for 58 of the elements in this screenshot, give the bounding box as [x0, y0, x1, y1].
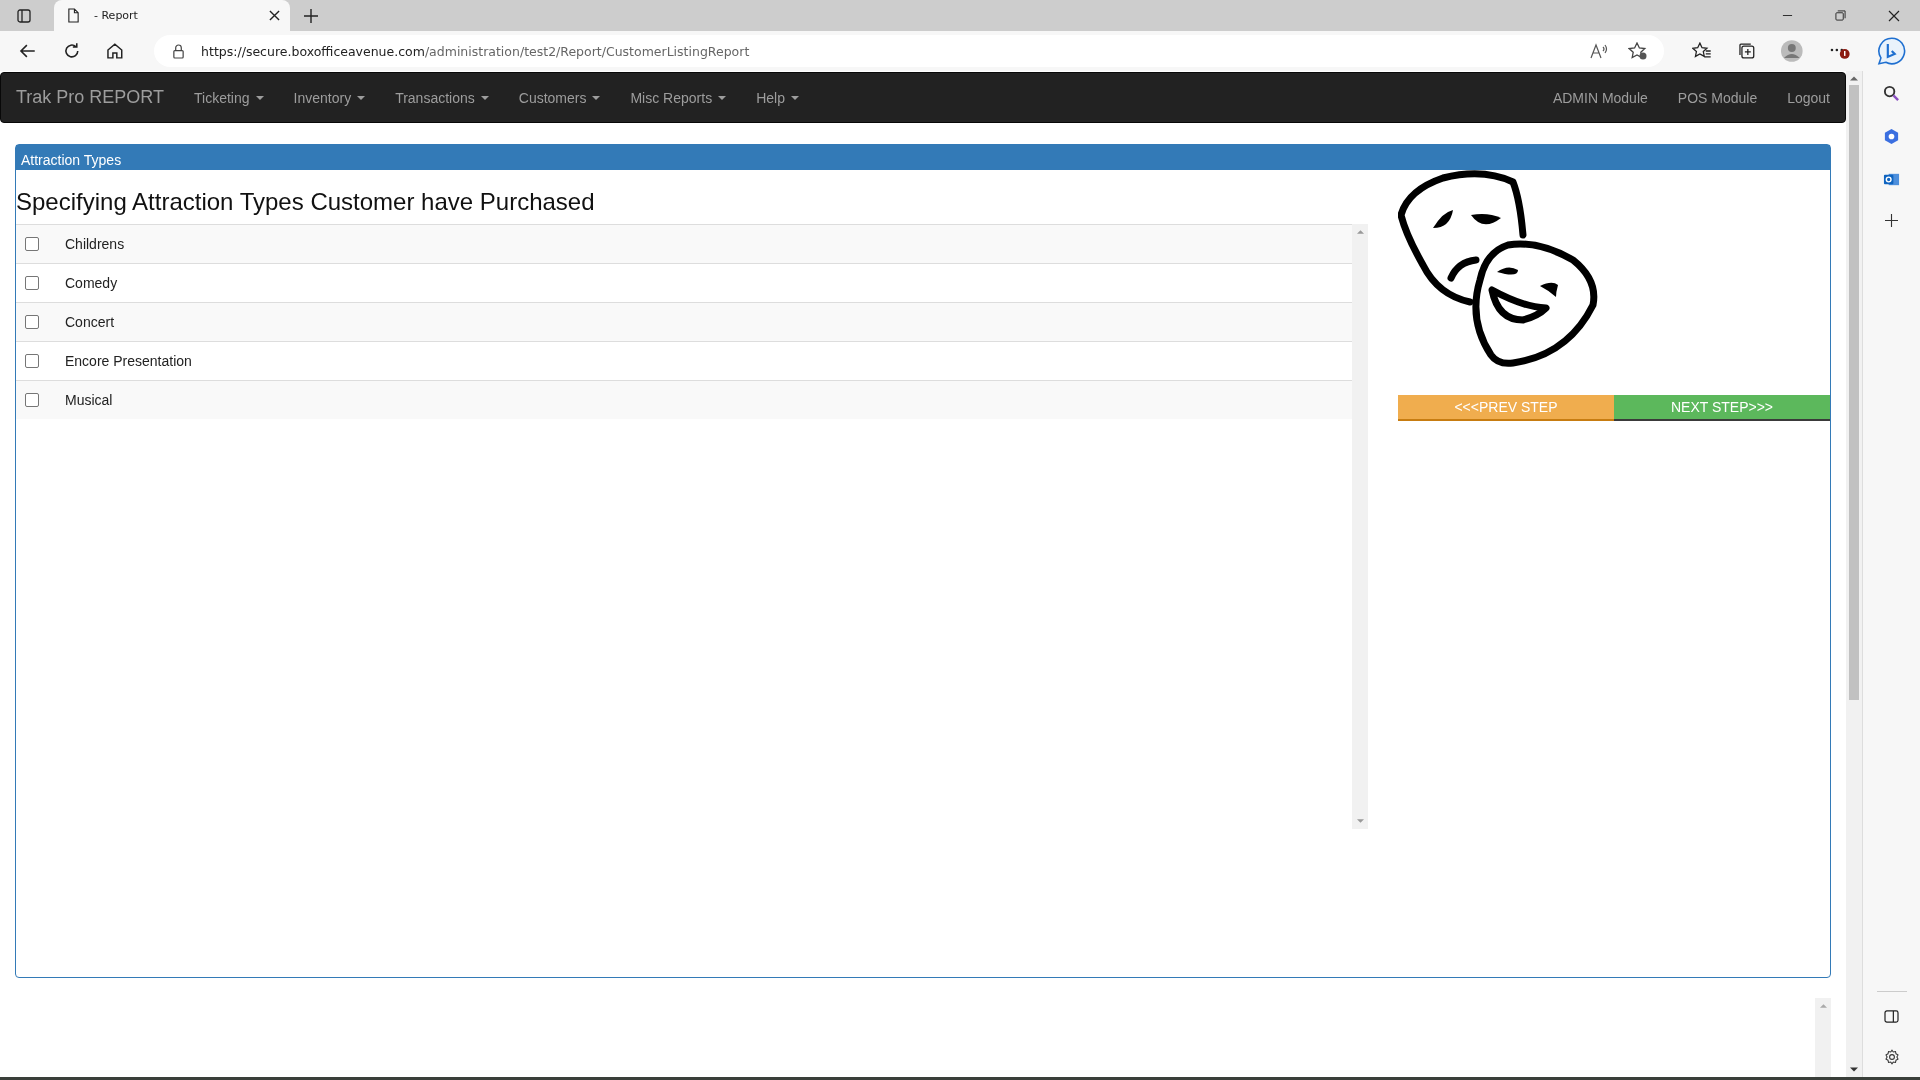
scroll-down-icon[interactable]	[1850, 1067, 1858, 1072]
caret-icon	[718, 96, 727, 100]
tab-actions-icon[interactable]	[16, 7, 32, 24]
new-tab-icon[interactable]	[304, 8, 318, 23]
search-icon[interactable]	[1883, 85, 1900, 102]
panel-layout-icon[interactable]	[1884, 1010, 1899, 1023]
page-scrollbar[interactable]	[1846, 71, 1862, 1077]
browser-tab[interactable]: - Report	[54, 0, 290, 31]
hexagon-icon[interactable]	[1883, 128, 1900, 145]
profile-icon[interactable]	[1781, 40, 1803, 62]
caret-icon	[790, 96, 799, 100]
attraction-type-label[interactable]: Musical	[65, 392, 113, 408]
checkbox[interactable]	[25, 237, 39, 251]
menu-dropdown[interactable]: Help	[756, 89, 799, 106]
read-aloud-icon[interactable]	[1589, 43, 1608, 59]
lock-icon	[172, 43, 186, 59]
caret-icon	[357, 96, 366, 100]
nav-link[interactable]: Logout	[1787, 89, 1830, 106]
close-icon[interactable]	[269, 10, 280, 21]
attraction-type-label[interactable]: Comedy	[65, 275, 118, 291]
scrollbar[interactable]	[1815, 998, 1831, 1077]
attraction-type-label[interactable]: Concert	[65, 314, 115, 330]
caret-icon	[480, 96, 489, 100]
checkbox[interactable]	[25, 315, 39, 329]
close-icon[interactable]	[1888, 9, 1900, 22]
page-heading: Specifying Attraction Types Customer have Purchased	[16, 188, 596, 216]
chat-bubble-icon[interactable]	[1876, 36, 1906, 66]
mail-icon[interactable]	[1883, 171, 1900, 188]
caret-icon	[592, 96, 601, 100]
menu-dropdown[interactable]: Customers	[518, 89, 601, 106]
refresh-icon[interactable]	[62, 42, 81, 60]
favorite-add-icon[interactable]	[1627, 42, 1648, 60]
back-icon[interactable]	[19, 42, 37, 60]
attraction-type-label[interactable]: Encore Presentation	[65, 353, 192, 369]
checkbox[interactable]	[25, 276, 39, 290]
caret-icon	[255, 96, 264, 100]
restore-icon[interactable]	[1835, 10, 1846, 21]
url-text: https://secure.boxofficeavenue.com/administration/test2/Report/CustomerListingReport	[201, 43, 750, 59]
scroll-up-icon[interactable]	[1850, 76, 1858, 81]
brand-link[interactable]: Trak Pro REPORT	[16, 87, 165, 108]
address-bar[interactable]: https://secure.boxofficeavenue.com/administration/test2/Report/CustomerListingReport	[154, 35, 1664, 67]
nav-link[interactable]: POS Module	[1677, 89, 1758, 106]
add-icon[interactable]	[1885, 214, 1898, 227]
nav-link[interactable]: ADMIN Module	[1552, 89, 1648, 106]
menu-dropdown[interactable]: Transactions	[395, 89, 489, 106]
favorites-icon[interactable]	[1691, 42, 1712, 60]
menu-dropdown[interactable]: Ticketing	[194, 89, 264, 106]
panel-title: Attraction Types	[16, 145, 1830, 170]
settings-icon[interactable]	[1883, 1049, 1900, 1065]
document-icon	[67, 8, 80, 23]
tab-title: - Report	[94, 9, 139, 22]
collections-icon[interactable]	[1737, 42, 1756, 60]
home-icon[interactable]	[106, 42, 125, 60]
checkbox[interactable]	[25, 354, 39, 368]
menu-dropdown[interactable]: Inventory	[293, 89, 366, 106]
menu-dropdown[interactable]: Misc Reports	[630, 89, 727, 106]
attraction-type-label[interactable]: Childrens	[65, 236, 125, 252]
checkbox[interactable]	[25, 393, 39, 407]
